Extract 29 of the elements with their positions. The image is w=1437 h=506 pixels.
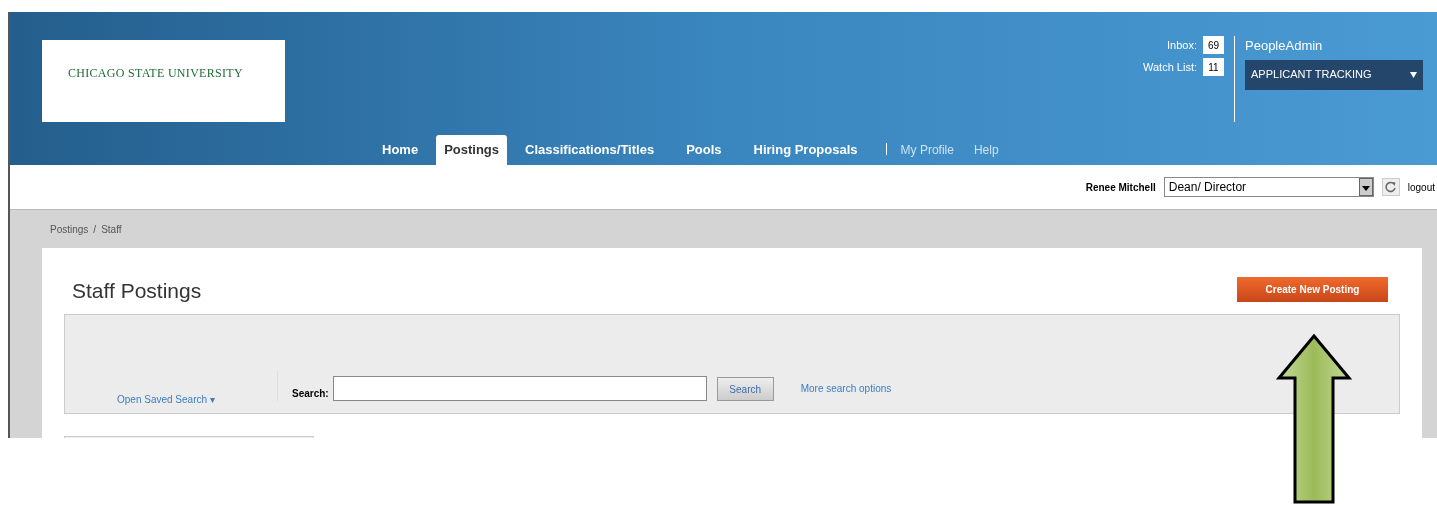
caret-icon — [1410, 71, 1417, 78]
nav-link[interactable]: Help — [965, 135, 1007, 165]
nav-tab[interactable]: Classifications/Titles — [511, 135, 669, 165]
search-button[interactable]: Search — [716, 377, 774, 401]
user-name: Renee Mitchell — [1085, 180, 1156, 195]
breadcrumb-link[interactable]: Postings — [50, 221, 89, 237]
nav-tab[interactable]: Home — [368, 135, 433, 165]
nav-tab[interactable]: Hiring Proposals — [739, 135, 872, 165]
page-title: Staff Postings — [71, 277, 202, 304]
refresh-icon[interactable] — [1381, 178, 1400, 196]
open-saved-search-link[interactable]: Open Saved Search ▾ — [117, 392, 277, 407]
logout-link[interactable]: logout — [1407, 179, 1435, 195]
create-posting-button[interactable]: Create New Posting — [1237, 277, 1388, 302]
breadcrumb-link[interactable]: Staff — [101, 221, 122, 237]
nav-tab[interactable]: Postings — [436, 135, 508, 165]
search-label: Search: — [292, 387, 329, 401]
watch-list-count[interactable]: 11 — [1203, 58, 1224, 76]
more-search-options-link[interactable]: More search options — [800, 381, 892, 396]
nav-link[interactable]: My Profile — [892, 135, 962, 165]
nav-tab[interactable]: Pools — [672, 135, 736, 165]
inbox-label: Inbox: — [1167, 37, 1197, 53]
search-field[interactable] — [332, 376, 707, 401]
breadcrumb-separator: / — [93, 222, 97, 237]
module-select[interactable]: APPLICANT TRACKING — [1245, 59, 1423, 90]
brand-name: PeopleAdmin — [1245, 37, 1324, 55]
watch-list-label: Watch List: — [1143, 59, 1197, 75]
university-logo[interactable]: CHICAGO STATE UNIVERSITY — [42, 40, 285, 122]
inbox-count[interactable]: 69 — [1203, 36, 1224, 54]
role-select[interactable]: Dean/ Director — [1163, 177, 1374, 197]
